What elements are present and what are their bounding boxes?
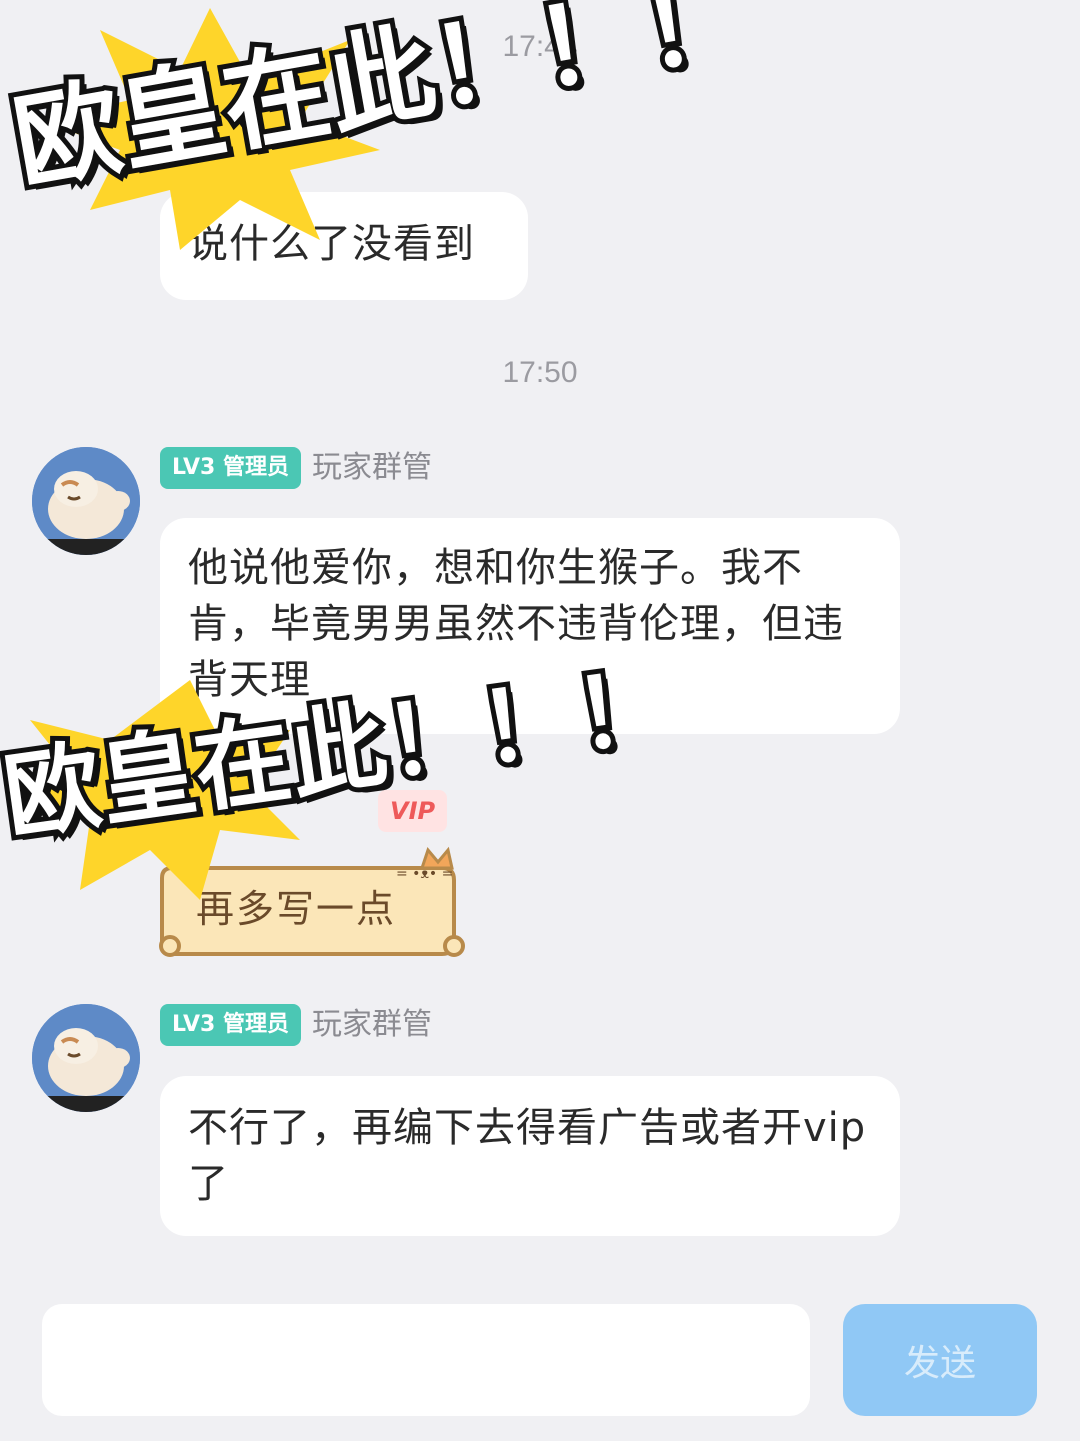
avatar-cat-icon [32, 1004, 140, 1112]
sender-name[interactable]: 玩家群管 [312, 447, 432, 489]
sticker-overlay-top: 欧皇在此！！！ [0, 0, 762, 280]
sticker-overlay-middle: 欧皇在此！！！ [0, 644, 683, 920]
message-input-bar: 发送 [0, 1290, 1080, 1441]
chat-message-list[interactable]: 17:44 说什么了没看到 17:50 LV3 管理员 玩家群管 他说他爱你，想… [0, 0, 1080, 1290]
level-badge: LV3 管理员 [160, 1004, 301, 1046]
message-input[interactable] [42, 1304, 810, 1416]
message-timestamp: 17:50 [502, 356, 578, 389]
level-badge: LV3 管理员 [160, 447, 301, 489]
avatar[interactable] [32, 1004, 140, 1112]
send-button[interactable]: 发送 [843, 1304, 1037, 1416]
message-text: 不行了，再编下去得看广告或者开vip了 [188, 1105, 867, 1207]
avatar[interactable] [32, 447, 140, 555]
message-bubble[interactable]: 不行了，再编下去得看广告或者开vip了 [160, 1076, 900, 1236]
sender-name[interactable]: 玩家群管 [312, 1004, 432, 1046]
avatar-cat-icon [32, 447, 140, 555]
